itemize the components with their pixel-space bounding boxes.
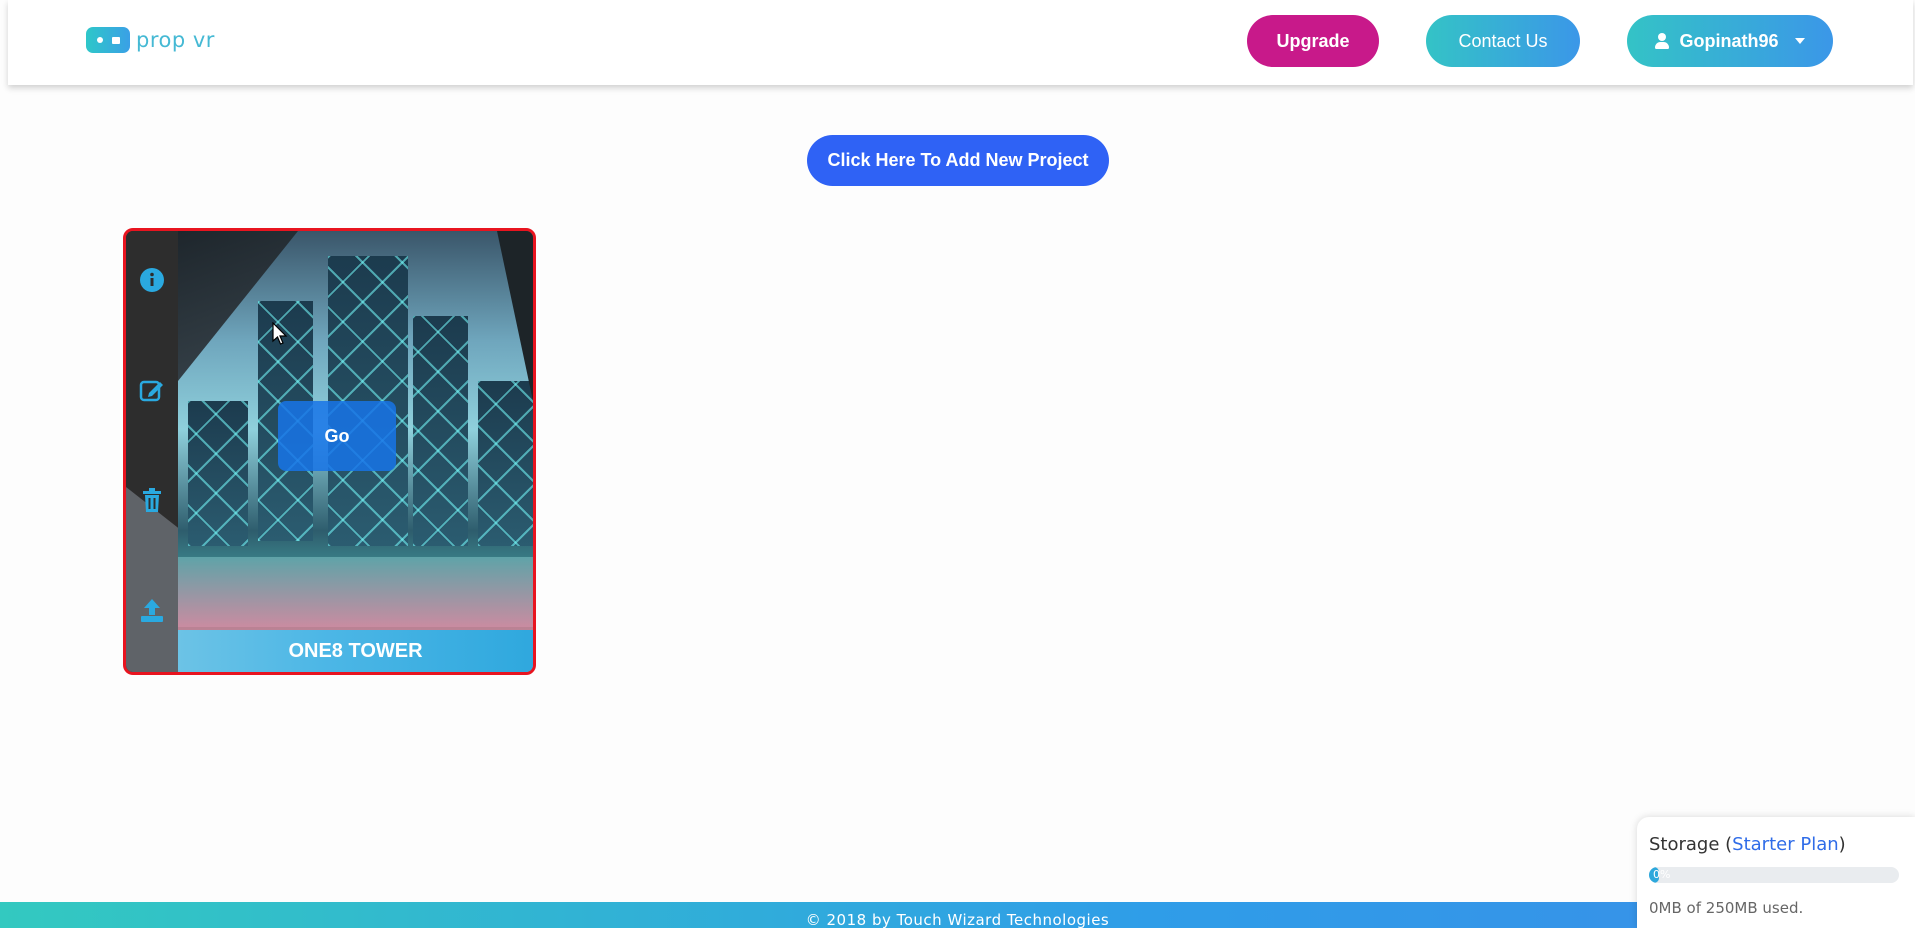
add-new-project-button[interactable]: Click Here To Add New Project (807, 135, 1109, 186)
storage-widget: Storage (Starter Plan) 0% 0MB of 250MB u… (1637, 817, 1915, 928)
storage-progress-bar: 0% (1649, 867, 1899, 883)
user-menu-button[interactable]: Gopinath96 (1627, 15, 1833, 67)
footer: © 2018 by Touch Wizard Technologies (0, 902, 1915, 928)
project-card[interactable]: Go ONE8 TOWER (123, 228, 536, 675)
edit-icon[interactable] (138, 376, 166, 404)
storage-used-text: 0MB of 250MB used. (1649, 899, 1804, 917)
upgrade-button[interactable]: Upgrade (1247, 15, 1379, 67)
go-button[interactable]: Go (278, 401, 396, 471)
trash-icon[interactable] (138, 486, 166, 514)
storage-title: Storage (Starter Plan) (1649, 834, 1846, 855)
username-label: Gopinath96 (1679, 30, 1779, 51)
top-navbar: prop vr Upgrade Contact Us Gopinath96 (8, 0, 1913, 85)
storage-percent-label: 0% (1653, 868, 1671, 881)
upload-icon[interactable] (138, 596, 166, 624)
contact-us-button[interactable]: Contact Us (1426, 15, 1580, 67)
logo-badge-icon (86, 27, 130, 53)
prop-vr-logo[interactable]: prop vr (86, 27, 215, 53)
logo-text: prop vr (136, 28, 215, 52)
mouse-cursor-icon (272, 322, 288, 345)
plan-link[interactable]: Starter Plan (1732, 834, 1838, 855)
copyright-text: © 2018 by Touch Wizard Technologies (805, 911, 1110, 928)
user-icon (1655, 33, 1670, 49)
info-icon[interactable] (138, 266, 166, 294)
project-action-sidebar (126, 231, 178, 672)
project-title: ONE8 TOWER (178, 630, 533, 672)
chevron-down-icon (1794, 38, 1805, 44)
